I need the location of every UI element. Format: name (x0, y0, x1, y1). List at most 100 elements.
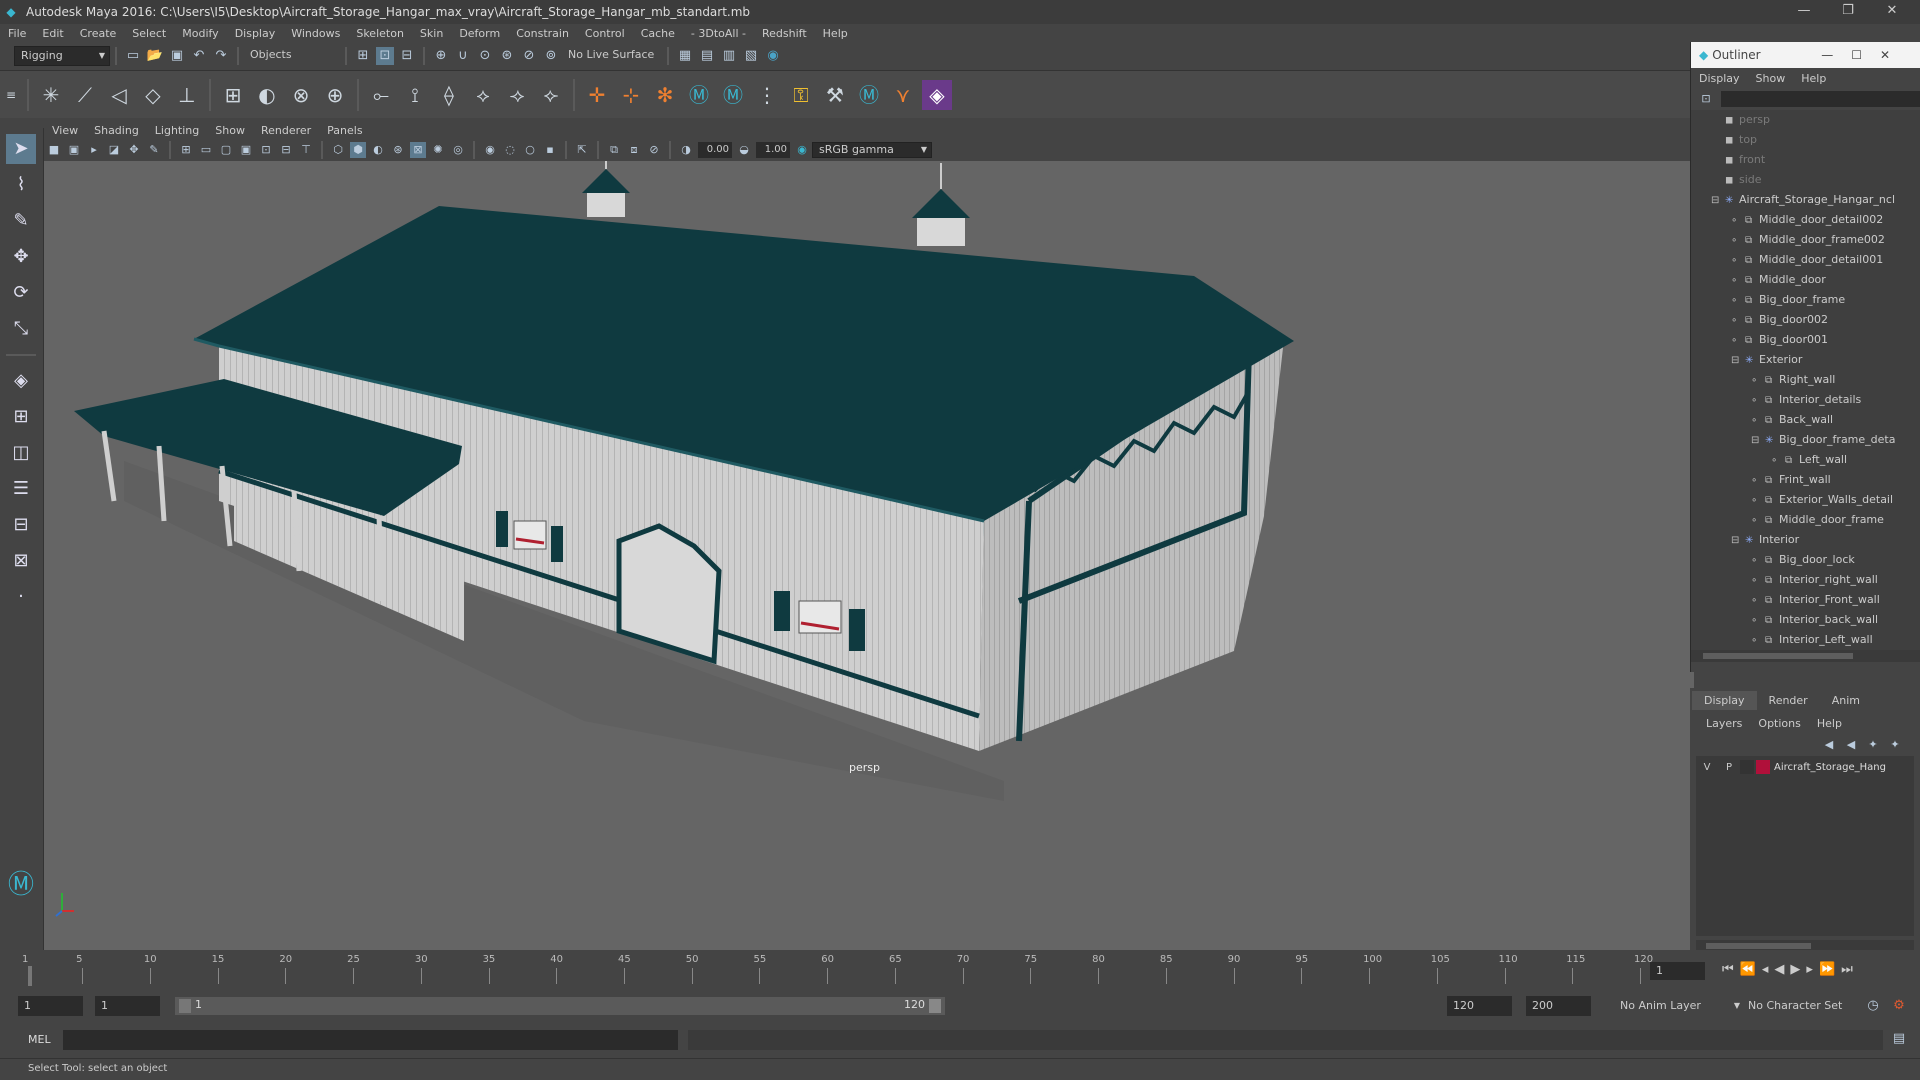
select-by-component-icon[interactable]: ⊟ (398, 47, 416, 65)
play-forward-icon[interactable]: ▶ (1790, 962, 1806, 977)
current-time-marker[interactable] (28, 966, 32, 986)
menu-create[interactable]: Create (72, 27, 125, 40)
snap-curve-icon[interactable]: ∪ (454, 47, 472, 65)
side-view-layout-icon[interactable]: ◫ (6, 438, 36, 468)
smooth-skin-icon[interactable]: ⟡ (468, 80, 498, 110)
select-tool-icon[interactable]: ➤ (6, 134, 36, 164)
outliner-item[interactable]: ∘ ⧉ Exterior_Walls_detail (1751, 490, 1893, 510)
collapse-toggle-icon[interactable]: ⊟ (1731, 531, 1745, 551)
resolution-gate-icon[interactable]: ▢ (218, 142, 234, 158)
exposure-field[interactable]: 0.00 (698, 142, 732, 158)
new-scene-icon[interactable]: ▭ (124, 47, 142, 65)
maximize-button[interactable]: ❐ (1826, 0, 1870, 24)
close-button[interactable]: ✕ (1870, 0, 1914, 24)
motion-blur-icon[interactable]: ◌ (502, 142, 518, 158)
gamma-icon[interactable]: ◒ (736, 142, 752, 158)
panel-menu-panels[interactable]: Panels (319, 124, 370, 137)
move-tool-icon[interactable]: ✥ (6, 242, 36, 272)
outliner-item[interactable]: ◼ persp (1711, 110, 1770, 130)
menu-deform[interactable]: Deform (451, 27, 508, 40)
depth-of-field-icon[interactable]: ▪ (542, 142, 558, 158)
copy-weights-icon[interactable]: ⟣ (536, 80, 566, 110)
select-by-hierarchy-icon[interactable]: ⊞ (354, 47, 372, 65)
ipr-render-icon[interactable]: ▥ (720, 47, 738, 65)
aim-constraint-icon[interactable]: ⊹ (616, 80, 646, 110)
smooth-shade-icon[interactable]: ⬢ (350, 142, 366, 158)
shadows-icon[interactable]: ◎ (450, 142, 466, 158)
step-forward-frame-icon[interactable]: ▸ (1806, 962, 1819, 977)
snap-surface-icon[interactable]: ⊘ (520, 47, 538, 65)
outliner-layout-icon[interactable]: ☰ (6, 474, 36, 504)
scale-tool-icon[interactable]: ⤡ (6, 314, 36, 344)
current-frame-field[interactable]: 1 (1650, 962, 1705, 980)
safe-title-icon[interactable]: ⊤ (298, 142, 314, 158)
outliner-item[interactable]: ∘ ⧉ Right_wall (1751, 370, 1835, 390)
snap-grid-icon[interactable]: ⊕ (432, 47, 450, 65)
shelf-options-icon[interactable]: ≡ (2, 80, 20, 110)
outliner-item[interactable]: ∘ ⧉ Big_door_frame (1731, 290, 1845, 310)
perspective-viewport[interactable]: persp (44, 161, 1694, 950)
cluster-icon[interactable]: ◐ (252, 80, 282, 110)
outliner-item[interactable]: ⊟ ✳ Aircraft_Storage_Hangar_ncl (1711, 190, 1895, 210)
save-scene-icon[interactable]: ▣ (168, 47, 186, 65)
move-layer-up-icon[interactable]: ◀ (1820, 736, 1838, 754)
graph-layout-icon[interactable]: ⊟ (6, 510, 36, 540)
geometry-constraint-icon[interactable]: ⋮ (752, 80, 782, 110)
field-chart-icon[interactable]: ⊡ (258, 142, 274, 158)
outliner-item[interactable]: ⊟ ✳ Interior (1731, 530, 1799, 550)
playback-end-field[interactable]: 120 (1447, 996, 1512, 1016)
anti-aliasing-icon[interactable]: ○ (522, 142, 538, 158)
outliner-item[interactable]: ∘ ⧉ Middle_door_frame (1751, 510, 1884, 530)
outliner-window-buttons[interactable]: —☐✕ (1821, 48, 1908, 62)
outliner-item[interactable]: ∘ ⧉ Interior_right_wall (1751, 570, 1878, 590)
layer-menu-help[interactable]: Help (1809, 717, 1850, 730)
menu-modify[interactable]: Modify (174, 27, 226, 40)
more-layouts-icon[interactable]: · (6, 582, 36, 612)
menu-skeleton[interactable]: Skeleton (348, 27, 412, 40)
new-layer-selected-icon[interactable]: ✦ (1886, 736, 1904, 754)
menu-redshift[interactable]: Redshift (754, 27, 815, 40)
outliner-item[interactable]: ∘ ⧉ Interior_details (1751, 390, 1861, 410)
step-forward-key-icon[interactable]: ⏩ (1819, 962, 1841, 977)
render-settings-icon[interactable]: ▧ (742, 47, 760, 65)
hypershade-layout-icon[interactable]: ⊠ (6, 546, 36, 576)
wrap-icon[interactable]: ⊗ (286, 80, 316, 110)
new-layer-icon[interactable]: ✦ (1864, 736, 1882, 754)
hypershade-icon[interactable]: ◉ (764, 47, 782, 65)
menu-help[interactable]: Help (815, 27, 856, 40)
layer-display-type[interactable] (1740, 760, 1754, 774)
layer-menu-layers[interactable]: Layers (1698, 717, 1750, 730)
mirror-joint-icon[interactable]: ◇ (138, 80, 168, 110)
outliner-item[interactable]: ⊟ ✳ Exterior (1731, 350, 1802, 370)
xray-components-icon[interactable]: ⊘ (646, 142, 662, 158)
grease-pencil-icon[interactable]: ✎ (146, 142, 162, 158)
outliner-menu-help[interactable]: Help (1793, 72, 1834, 85)
node-editor-icon[interactable]: Ⓜ (854, 80, 884, 110)
outliner-item[interactable]: ∘ ⧉ Middle_door (1731, 270, 1826, 290)
scene-end-field[interactable]: 200 (1526, 996, 1591, 1016)
menu-cache[interactable]: Cache (633, 27, 683, 40)
menu-constrain[interactable]: Constrain (508, 27, 577, 40)
step-back-key-icon[interactable]: ⏪ (1740, 962, 1762, 977)
play-backward-icon[interactable]: ◀ (1774, 962, 1790, 977)
move-layer-down-icon[interactable]: ◀ (1842, 736, 1860, 754)
command-input[interactable] (63, 1030, 678, 1050)
layer-color-swatch[interactable] (1756, 760, 1770, 774)
gamma-field[interactable]: 1.00 (756, 142, 790, 158)
menu-control[interactable]: Control (577, 27, 633, 40)
collapse-toggle-icon[interactable]: ⊟ (1731, 351, 1745, 371)
menu-windows[interactable]: Windows (283, 27, 348, 40)
pole-vector-icon[interactable]: Ⓜ (718, 80, 748, 110)
animation-preferences-icon[interactable]: ⚙ (1890, 997, 1908, 1015)
open-scene-icon[interactable]: 📂 (146, 47, 164, 65)
render-frame-icon[interactable]: ▤ (698, 47, 716, 65)
blend-shape-icon[interactable]: ⋎ (888, 80, 918, 110)
panel-menu-lighting[interactable]: Lighting (147, 124, 207, 137)
interactive-bind-icon[interactable]: ⟟ (400, 80, 430, 110)
layer-name[interactable]: Aircraft_Storage_Hang (1774, 762, 1886, 773)
menu-file[interactable]: File (0, 27, 34, 40)
playback-start-field[interactable]: 1 (95, 996, 160, 1016)
screen-space-ao-icon[interactable]: ◉ (482, 142, 498, 158)
panel-menu-show[interactable]: Show (207, 124, 253, 137)
outliner-item[interactable]: ∘ ⧉ Middle_door_detail002 (1731, 210, 1883, 230)
